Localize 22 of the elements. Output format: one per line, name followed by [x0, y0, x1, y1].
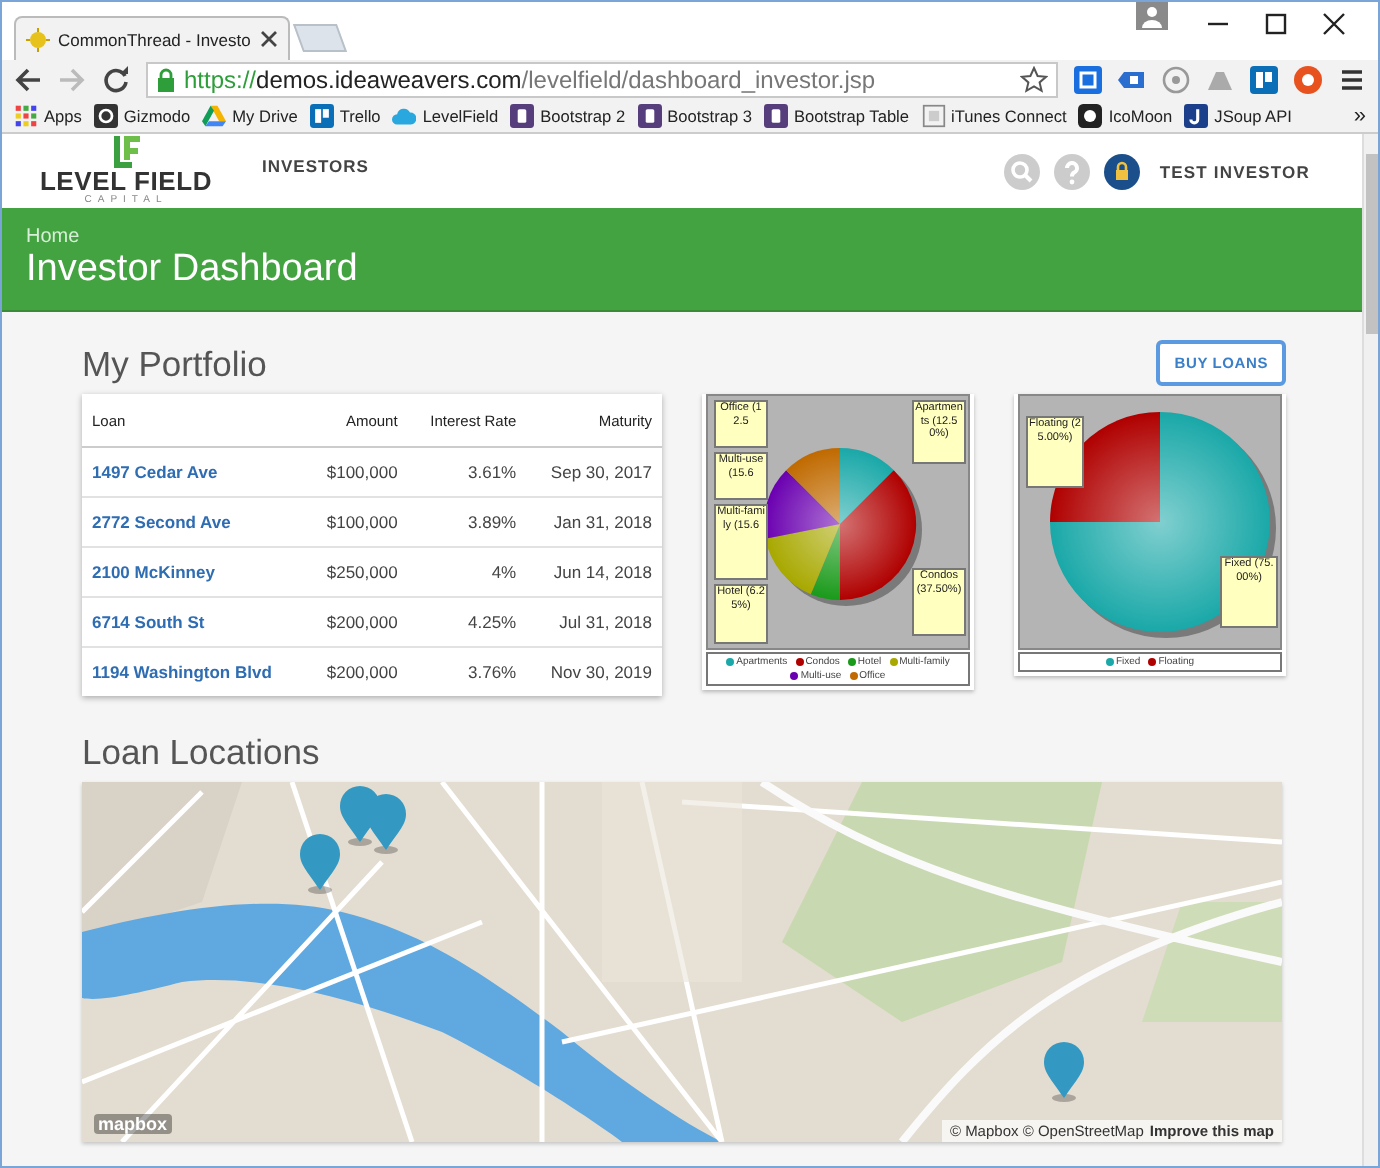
table-cell: Sep 30, 2017 [526, 447, 662, 497]
section-title: My Portfolio [82, 344, 267, 386]
table-cell: Jul 31, 2018 [526, 597, 662, 647]
logo-text: LEVEL FIELD [39, 168, 213, 194]
table-cell: Jan 31, 2018 [526, 497, 662, 547]
table-cell: Nov 30, 2019 [526, 647, 662, 696]
table-cell: $100,000 [305, 497, 408, 547]
url-text: https://demos.ideaweavers.com/levelfield/dashboard_investor.jsp [184, 66, 876, 94]
section-title: Loan Locations [82, 732, 322, 774]
map-logo: mapbox [94, 1114, 172, 1134]
table-cell: Jun 14, 2018 [526, 547, 662, 597]
table-cell: $200,000 [305, 597, 408, 647]
table-cell: $200,000 [305, 647, 408, 696]
table-cell: $250,000 [305, 547, 408, 597]
table-cell: 4% [407, 547, 527, 597]
table-cell: 3.61% [407, 447, 527, 497]
table-cell: $100,000 [305, 447, 408, 497]
table-cell: 3.76% [407, 647, 527, 696]
page-title: Investor Dashboard [26, 248, 360, 292]
table-cell: 4.25% [407, 597, 527, 647]
table-cell: 3.89% [407, 497, 527, 547]
tab-title: CommonThread - Investo [58, 29, 252, 49]
